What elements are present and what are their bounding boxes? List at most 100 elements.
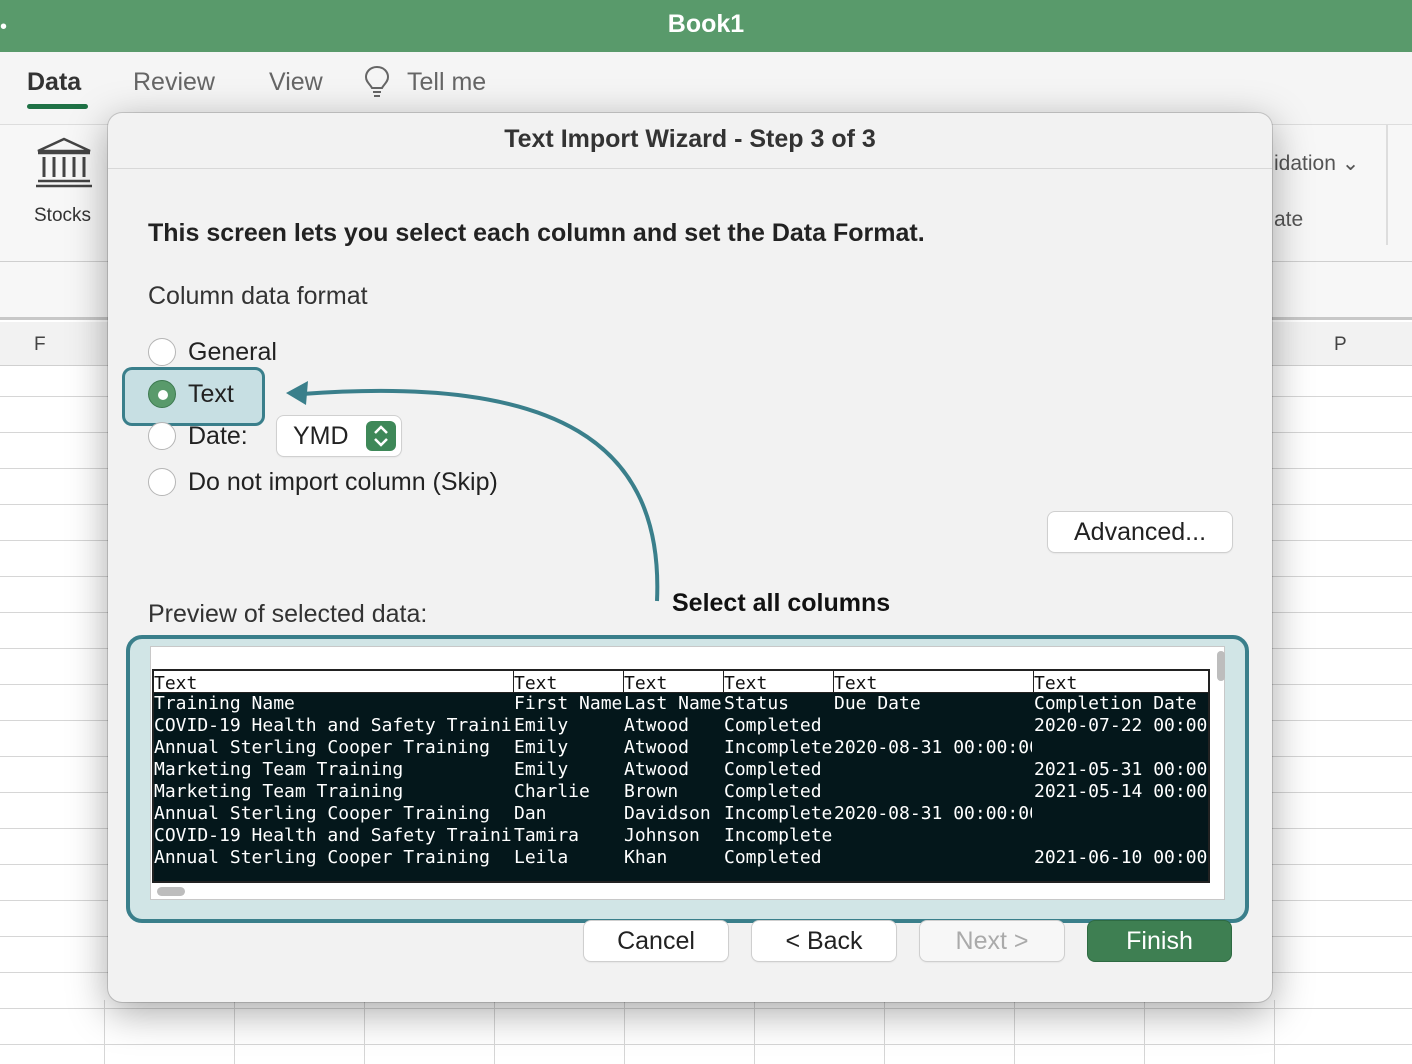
grid-line (884, 1000, 885, 1064)
radio-date-label[interactable]: Date: (188, 422, 248, 451)
preview-table[interactable]: Text Text Text Text Text Text Training N… (152, 669, 1210, 883)
preview-rows: Training Name First Name Last Name Status Du… (154, 693, 1208, 881)
preview-cell: COVID-19 Health and Safety Training (154, 825, 512, 846)
preview-cell: 2021-05-14 00:00:00 (1034, 781, 1208, 802)
radio-text[interactable] (148, 380, 176, 408)
preview-cell: Annual Sterling Cooper Training (154, 737, 490, 758)
dialog-instruction: This screen lets you select each column … (148, 219, 925, 247)
back-button[interactable]: < Back (752, 921, 896, 961)
preview-horizontal-scrollbar[interactable] (157, 887, 185, 896)
stocks-icon[interactable] (34, 137, 94, 189)
grid-line (754, 1000, 755, 1064)
column-header-p[interactable]: P (1334, 334, 1347, 356)
preview-cell: Training Name (154, 693, 295, 714)
preview-col-type-5[interactable]: Text (834, 673, 877, 694)
preview-cell: Completed (724, 781, 822, 802)
preview-cell: Completed (724, 847, 822, 868)
preview-row: Training Name First Name Last Name Status Du… (154, 693, 1208, 715)
preview-row: COVID-19 Health and Safety Training Emily… (154, 715, 1208, 737)
radio-date[interactable] (148, 422, 176, 450)
preview-cell: 2020-07-22 00:00:00 (1034, 715, 1208, 736)
preview-cell: Incomplete (724, 737, 832, 758)
preview-row: Annual Sterling Cooper Training Emily Atwo… (154, 737, 1208, 759)
tab-tell-me[interactable]: Tell me (407, 68, 486, 97)
preview-cell: Atwood (624, 759, 690, 780)
active-tab-indicator (27, 104, 88, 109)
preview-cell: Marketing Team Training (154, 759, 404, 780)
grid-line (1274, 1000, 1275, 1064)
preview-col-type-1[interactable]: Text (154, 673, 197, 694)
preview-vertical-scrollbar[interactable] (1217, 651, 1225, 681)
preview-col-type-6[interactable]: Text (1034, 673, 1077, 694)
tab-view[interactable]: View (269, 68, 323, 97)
preview-cell: Charlie (514, 781, 590, 802)
preview-cell: Due Date (834, 693, 921, 714)
date-format-select[interactable]: YMD (277, 416, 401, 456)
title-bar: • Book1 (0, 0, 1412, 52)
finish-button[interactable]: Finish (1088, 921, 1231, 961)
column-data-format-label: Column data format (148, 282, 368, 310)
data-validation-label: idation (1274, 152, 1336, 175)
preview-panel[interactable]: Text Text Text Text Text Text Training N… (150, 646, 1225, 900)
advanced-button[interactable]: Advanced... (1048, 512, 1232, 552)
preview-row: Annual Sterling Cooper Training Leila Khan… (154, 847, 1208, 869)
text-import-wizard-dialog: Text Import Wizard - Step 3 of 3 This sc… (108, 113, 1272, 1002)
dialog-title-divider (108, 168, 1272, 169)
cancel-button[interactable]: Cancel (584, 921, 728, 961)
grid-line (364, 1000, 365, 1064)
radio-text-label[interactable]: Text (188, 380, 234, 409)
ribbon-divider (1386, 125, 1388, 245)
preview-row: COVID-19 Health and Safety Training Tamir… (154, 825, 1208, 847)
preview-label: Preview of selected data: (148, 600, 428, 628)
preview-cell: Dan (514, 803, 547, 824)
preview-cell: Annual Sterling Cooper Training (154, 847, 490, 868)
radio-skip-label[interactable]: Do not import column (Skip) (188, 468, 498, 497)
date-format-value: YMD (293, 422, 349, 450)
next-button[interactable]: Next > (920, 921, 1064, 961)
preview-cell: Khan (624, 847, 668, 868)
preview-cell: Emily (514, 759, 569, 780)
preview-cell: Annual Sterling Cooper Training (154, 803, 490, 824)
preview-col-type-4[interactable]: Text (724, 673, 767, 694)
stocks-label[interactable]: Stocks (34, 205, 91, 227)
preview-cell: Marketing Team Training (154, 781, 404, 802)
grid-line (104, 1000, 105, 1064)
annotation-callout: Select all columns (672, 589, 891, 617)
preview-cell: Brown (624, 781, 679, 802)
preview-cell: Incomplete (724, 803, 832, 824)
tab-review[interactable]: Review (133, 68, 215, 97)
lightbulb-icon (364, 65, 390, 97)
preview-cell: Incomplete (724, 825, 832, 846)
preview-cell: 2021-06-10 00:00:00 (1034, 847, 1208, 868)
radio-general[interactable] (148, 338, 176, 366)
preview-cell: COVID-19 Health and Safety Training (154, 715, 512, 736)
preview-row: Marketing Team Training Emily Atwood Comple… (154, 759, 1208, 781)
preview-cell: Atwood (624, 715, 690, 736)
preview-cell: Emily (514, 715, 569, 736)
column-header-f[interactable]: F (34, 334, 46, 356)
grid-line (494, 1000, 495, 1064)
grid-line (1144, 1000, 1145, 1064)
preview-row: Annual Sterling Cooper Training Dan Davids… (154, 803, 1208, 825)
preview-cell: Completed (724, 759, 822, 780)
preview-col-type-3[interactable]: Text (624, 673, 667, 694)
window-title: Book1 (667, 10, 745, 38)
data-validation-button[interactable]: idation ⌄ (1274, 151, 1359, 176)
preview-cell: Emily (514, 737, 569, 758)
preview-cell: Completion Date (1034, 693, 1197, 714)
radio-general-label[interactable]: General (188, 338, 277, 367)
consolidate-button[interactable]: ate (1274, 208, 1303, 232)
preview-cell: Last Name (624, 693, 722, 714)
grid-line (1014, 1000, 1015, 1064)
preview-column-headers: Text Text Text Text Text Text (154, 671, 1208, 694)
preview-cell: Tamira (514, 825, 580, 846)
preview-cell: Leila (514, 847, 569, 868)
grid-line (624, 1000, 625, 1064)
tab-data[interactable]: Data (27, 68, 81, 97)
preview-row: Marketing Team Training Charlie Brown Compl… (154, 781, 1208, 803)
preview-cell: 2020-08-31 00:00:00 (834, 803, 1032, 824)
radio-skip[interactable] (148, 468, 176, 496)
preview-cell: 2020-08-31 00:00:00 (834, 737, 1032, 758)
dialog-title: Text Import Wizard - Step 3 of 3 (504, 125, 876, 153)
preview-col-type-2[interactable]: Text (514, 673, 557, 694)
